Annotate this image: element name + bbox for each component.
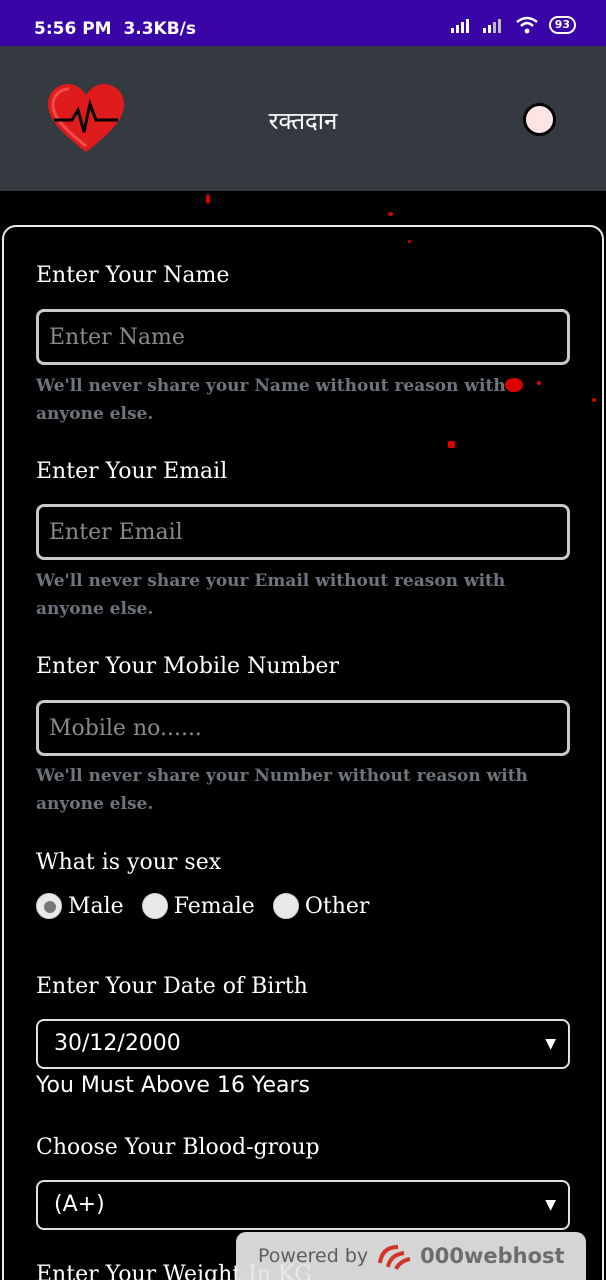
caret-down-icon: ▼ [545,1036,556,1052]
status-right: 93 [450,16,576,34]
particle [206,194,210,204]
mobile-label: Enter Your Mobile Number [36,654,339,679]
blood-group-value: (A+) [54,1192,105,1217]
status-bar: 5:56 PM 3.3KB/s 93 [0,0,606,46]
mobile-help-text: We'll never share your Number without re… [36,766,528,814]
dob-select[interactable]: 30/12/2000 ▼ [36,1019,570,1069]
webhost-brand-text: 000webhost [420,1244,565,1268]
blood-group-label: Choose Your Blood-group [36,1135,320,1160]
app-header: रक्तदान [0,46,606,191]
sex-option-female[interactable]: Female [141,893,255,919]
dob-note: You Must Above 16 Years [36,1073,310,1098]
app-title: रक्तदान [268,107,338,135]
caret-down-icon: ▼ [545,1197,556,1213]
sex-radio-group: Male Female Other [36,893,387,919]
radio-other[interactable] [272,893,299,919]
email-help-text: We'll never share your Email without rea… [36,571,506,619]
theme-toggle-button[interactable] [523,103,556,136]
powered-by-badge[interactable]: Powered by 000webhost [236,1232,586,1280]
signal-icon-2 [482,19,501,33]
wifi-icon [515,16,538,34]
email-input-wrapper [36,504,570,560]
mobile-input[interactable] [39,703,567,753]
sex-option-male[interactable]: Male [36,893,124,919]
dob-label: Enter Your Date of Birth [36,974,308,999]
particle [388,212,393,216]
email-label: Enter Your Email [36,459,228,484]
radio-label-other: Other [304,893,370,919]
radio-label-male: Male [68,893,124,919]
name-input[interactable] [39,312,567,362]
powered-by-text: Powered by [258,1245,369,1267]
status-left: 5:56 PM 3.3KB/s [34,19,196,39]
battery-indicator: 93 [548,16,576,34]
radio-label-female: Female [173,893,255,919]
dob-value: 30/12/2000 [54,1031,181,1056]
signal-icon [450,19,469,33]
radio-female[interactable] [141,893,168,919]
status-time: 5:56 PM [34,19,112,39]
sex-option-other[interactable]: Other [272,893,370,919]
email-input[interactable] [39,507,567,557]
blood-group-select[interactable]: (A+) ▼ [36,1180,570,1230]
status-speed: 3.3KB/s [123,19,197,39]
webhost-logo-icon [378,1245,411,1270]
name-input-wrapper [36,309,570,365]
mobile-input-wrapper [36,700,570,756]
name-label: Enter Your Name [36,263,230,288]
name-help-text: We'll never share your Name without reas… [36,376,506,424]
radio-male[interactable] [36,893,62,919]
sex-label: What is your sex [36,850,222,875]
